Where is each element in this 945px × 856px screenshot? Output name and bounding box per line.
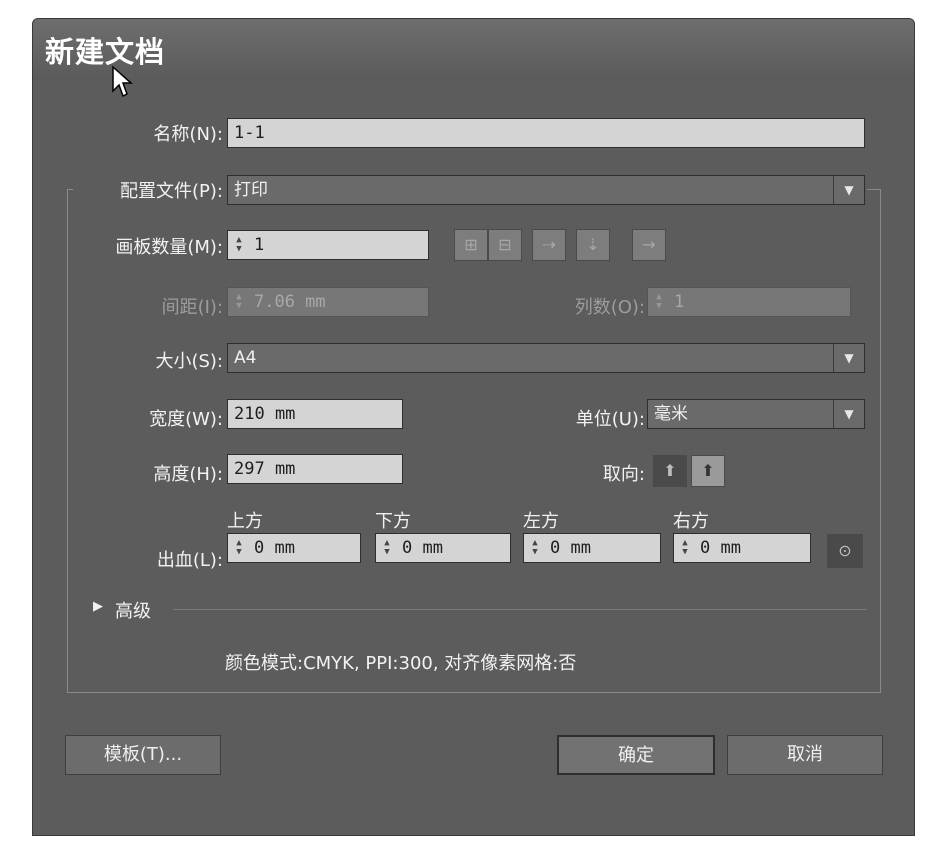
bleed-right-stepper[interactable]: ▲ ▼ 0 mm <box>673 533 811 563</box>
bleed-left-label: 左方 <box>523 511 559 532</box>
arrange-by-row-icon[interactable]: ⇢ <box>532 229 566 261</box>
spacing-stepper[interactable]: ▲ ▼ 7.06 mm <box>227 287 429 317</box>
columns-label: 列数(O): <box>574 297 645 318</box>
arrange-grid-by-row-icon[interactable]: ⊞ <box>454 229 488 261</box>
orientation-label: 取向: <box>602 464 645 485</box>
bleed-top-value: 0 mm <box>254 538 295 558</box>
chevron-down-icon: ▼ <box>833 344 864 372</box>
units-select-value: 毫米 <box>654 404 688 424</box>
chevron-down-icon: ▼ <box>833 400 864 428</box>
columns-stepper[interactable]: ▲ ▼ 1 <box>647 287 851 317</box>
title-bar[interactable]: 新建文档 <box>33 19 914 98</box>
stepper-arrows-icon[interactable]: ▲ ▼ <box>526 537 544 559</box>
size-select[interactable]: A4 ▼ <box>227 343 865 373</box>
stepper-arrows-icon[interactable]: ▲ ▼ <box>230 291 248 313</box>
spacing-label: 间距(I): <box>161 297 223 318</box>
dialog-title: 新建文档 <box>45 35 166 69</box>
layout-direction-icon[interactable]: → <box>632 229 666 261</box>
bleed-bottom-label: 下方 <box>375 511 411 532</box>
stepper-arrows-icon[interactable]: ▲ ▼ <box>230 537 248 559</box>
arrange-by-column-icon[interactable]: ⇣ <box>576 229 610 261</box>
bleed-top-label: 上方 <box>227 511 263 532</box>
bleed-left-value: 0 mm <box>550 538 591 558</box>
profile-label: 配置文件(P): <box>120 181 223 202</box>
bleed-right-label: 右方 <box>673 511 709 532</box>
spacing-value: 7.06 mm <box>254 292 326 312</box>
artboards-value: 1 <box>254 235 265 255</box>
bleed-left-stepper[interactable]: ▲ ▼ 0 mm <box>523 533 661 563</box>
stepper-arrows-icon[interactable]: ▲ ▼ <box>230 234 248 256</box>
units-label: 单位(U): <box>575 409 645 430</box>
advanced-divider <box>173 609 867 610</box>
chevron-down-icon: ▼ <box>833 176 864 204</box>
bleed-bottom-value: 0 mm <box>402 538 443 558</box>
new-document-dialog: 新建文档 名称(N): 1-1 配置文件(P): 打印 ▼ 画板数量(M): ▲… <box>32 18 915 836</box>
document-summary: 颜色模式:CMYK, PPI:300, 对齐像素网格:否 <box>225 653 577 674</box>
portrait-orientation-icon[interactable]: ⬆ <box>653 455 687 487</box>
width-label: 宽度(W): <box>149 409 223 430</box>
bleed-label: 出血(L): <box>156 550 223 571</box>
profile-select[interactable]: 打印 ▼ <box>227 175 865 205</box>
landscape-orientation-icon[interactable]: ⬆ <box>691 455 725 487</box>
profile-select-value: 打印 <box>234 180 268 200</box>
stepper-arrows-icon[interactable]: ▲ ▼ <box>378 537 396 559</box>
size-select-value: A4 <box>234 348 257 368</box>
advanced-toggle[interactable]: 高级 <box>115 597 151 623</box>
name-label: 名称(N): <box>153 124 223 145</box>
artboards-label: 画板数量(M): <box>115 237 223 258</box>
bleed-bottom-stepper[interactable]: ▲ ▼ 0 mm <box>375 533 511 563</box>
height-input[interactable]: 297 mm <box>227 454 403 484</box>
templates-button[interactable]: 模板(T)... <box>65 735 221 775</box>
stepper-arrows-icon[interactable]: ▲ ▼ <box>650 291 668 313</box>
link-bleed-icon[interactable]: ⊙ <box>827 534 863 568</box>
units-select[interactable]: 毫米 ▼ <box>647 399 865 429</box>
stepper-arrows-icon[interactable]: ▲ ▼ <box>676 537 694 559</box>
profile-fieldset <box>67 189 881 693</box>
height-label: 高度(H): <box>153 464 223 485</box>
size-label: 大小(S): <box>155 351 223 372</box>
expand-triangle-icon[interactable]: ▶ <box>93 599 103 614</box>
artboards-stepper[interactable]: ▲ ▼ 1 <box>227 230 429 260</box>
cancel-button[interactable]: 取消 <box>727 735 883 775</box>
name-input[interactable]: 1-1 <box>227 118 865 148</box>
bleed-right-value: 0 mm <box>700 538 741 558</box>
width-input[interactable]: 210 mm <box>227 399 403 429</box>
mouse-cursor-icon <box>112 65 133 98</box>
ok-button[interactable]: 确定 <box>557 735 715 775</box>
arrange-grid-by-column-icon[interactable]: ⊟ <box>488 229 522 261</box>
bleed-top-stepper[interactable]: ▲ ▼ 0 mm <box>227 533 361 563</box>
columns-value: 1 <box>674 292 685 312</box>
